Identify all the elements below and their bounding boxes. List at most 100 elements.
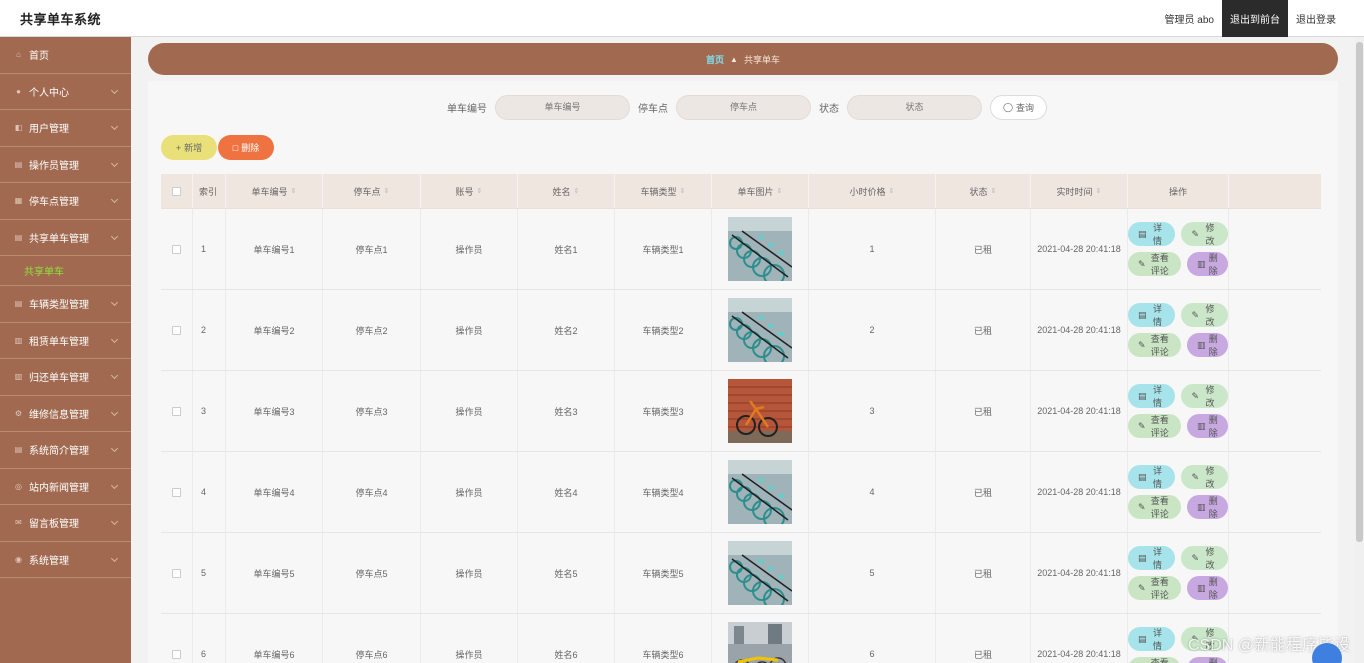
bike-image[interactable]	[728, 298, 792, 362]
sort-icon[interactable]: ⇕	[384, 187, 390, 195]
cell-value: 停车点1	[355, 244, 388, 255]
row-actions-line: ▤ 详情 ✎ 修改	[1128, 465, 1228, 489]
cell-value: 单车编号1	[253, 244, 295, 255]
column-header[interactable]: 账号 ⇕	[421, 174, 518, 208]
sidebar-item-1[interactable]: ● 个人中心	[0, 74, 131, 110]
column-header[interactable]: 车辆类型 ⇕	[615, 174, 712, 208]
sidebar-item-10[interactable]: ▤ 系统简介管理	[0, 432, 131, 469]
row-checkbox[interactable]	[172, 649, 181, 659]
logout-button[interactable]: 退出登录	[1288, 0, 1344, 37]
column-header[interactable]: 状态 ⇕	[936, 174, 1031, 208]
sidebar-item-2[interactable]: ◧ 用户管理	[0, 110, 131, 147]
sidebar-item-0[interactable]: ⌂ 首页	[0, 37, 131, 74]
delete-button[interactable]: ▥删除	[1187, 657, 1228, 663]
status-input[interactable]	[847, 94, 982, 120]
sidebar-item-12[interactable]: ✉ 留言板管理	[0, 505, 131, 542]
detail-button[interactable]: ▤ 详情	[1128, 222, 1176, 246]
sidebar-item-13[interactable]: ◉ 系统管理	[0, 542, 131, 578]
sidebar-item-7[interactable]: ▥ 租赁单车管理	[0, 323, 131, 359]
edit-button[interactable]: ✎ 修改	[1181, 222, 1228, 246]
sidebar-item-6[interactable]: ▤ 车辆类型管理	[0, 286, 131, 323]
edit-button[interactable]: ✎ 修改	[1181, 384, 1228, 408]
detail-button[interactable]: ▤ 详情	[1128, 384, 1176, 408]
row-checkbox[interactable]	[172, 487, 181, 497]
cell-value: 单车编号3	[253, 406, 295, 417]
scrollbar[interactable]	[1355, 37, 1364, 663]
cell-value: 1	[201, 244, 207, 254]
delete-button[interactable]: ▥删除	[1187, 333, 1228, 357]
sidebar-item-5[interactable]: ▤ 共享单车管理	[0, 220, 131, 256]
edit-button[interactable]: ✎ 修改	[1181, 465, 1228, 489]
sort-icon[interactable]: ⇕	[991, 187, 997, 195]
detail-button[interactable]: ▤ 详情	[1128, 627, 1176, 651]
row-checkbox[interactable]	[172, 568, 181, 578]
add-button[interactable]: + 新增	[161, 135, 217, 160]
sort-icon[interactable]: ⇕	[889, 187, 895, 195]
column-header[interactable]: 小时价格 ⇕	[809, 174, 936, 208]
cell-img	[712, 533, 809, 613]
sort-icon[interactable]: ⇕	[1096, 187, 1102, 195]
bike-image[interactable]	[728, 541, 792, 605]
cell-time: 2021-04-28 20:41:18	[1031, 371, 1128, 451]
breadcrumb-home[interactable]: 首页	[706, 53, 724, 66]
view-comments-button[interactable]: ✎查看评论	[1128, 333, 1182, 357]
detail-button[interactable]: ▤ 详情	[1128, 546, 1176, 570]
cell-time: 2021-04-28 20:41:18	[1031, 614, 1128, 663]
pencil-icon: ✎	[1138, 501, 1146, 512]
search-bar: 单车编号 停车点 状态 ◯ 查询	[148, 94, 1338, 120]
bike-image[interactable]	[728, 217, 792, 281]
stop-input[interactable]	[676, 94, 811, 120]
sidebar-item-4[interactable]: ▦ 停车点管理	[0, 183, 131, 220]
view-comments-button[interactable]: ✎查看评论	[1128, 252, 1182, 276]
sort-icon[interactable]: ⇕	[477, 187, 483, 195]
cell-price: 5	[809, 533, 936, 613]
cell-stop: 停车点3	[323, 371, 421, 451]
select-all-checkbox[interactable]	[172, 186, 181, 196]
delete-button[interactable]: ▥删除	[1187, 414, 1228, 438]
edit-button[interactable]: ✎ 修改	[1181, 303, 1228, 327]
cell-type: 车辆类型5	[615, 533, 712, 613]
column-header[interactable]: 姓名 ⇕	[518, 174, 615, 208]
view-comments-button[interactable]: ✎查看评论	[1128, 495, 1182, 519]
column-header[interactable]: 实时时间 ⇕	[1031, 174, 1128, 208]
search-button[interactable]: ◯ 查询	[990, 94, 1047, 120]
view-comments-button[interactable]: ✎查看评论	[1128, 576, 1182, 600]
sidebar-item-9[interactable]: ⚙ 维修信息管理	[0, 396, 131, 432]
bike-no-input[interactable]	[495, 94, 630, 120]
bike-image[interactable]	[728, 460, 792, 524]
row-select-cell	[161, 533, 193, 613]
row-checkbox[interactable]	[172, 325, 181, 335]
edit-button[interactable]: ✎ 修改	[1181, 546, 1228, 570]
sort-icon[interactable]: ⇕	[574, 187, 580, 195]
delete-button[interactable]: ▥删除	[1187, 576, 1228, 600]
cell-price: 4	[809, 452, 936, 532]
detail-button[interactable]: ▤ 详情	[1128, 303, 1176, 327]
back-to-front-button[interactable]: 退出到前台	[1222, 0, 1288, 37]
delete-button[interactable]: ▥删除	[1187, 252, 1228, 276]
sidebar-item-11[interactable]: ◎ 站内新闻管理	[0, 469, 131, 505]
header-select-all[interactable]	[161, 174, 193, 208]
sidebar-subitem-shared-bike[interactable]: 共享单车	[0, 256, 131, 286]
row-checkbox[interactable]	[172, 244, 181, 254]
bike-image[interactable]	[728, 622, 792, 663]
row-checkbox[interactable]	[172, 406, 181, 416]
view-comments-button[interactable]: ✎查看评论	[1128, 414, 1182, 438]
sidebar-item-3[interactable]: ▤ 操作员管理	[0, 147, 131, 183]
scrollbar-thumb[interactable]	[1356, 42, 1363, 542]
delete-button-label: 删除	[1208, 658, 1218, 663]
view-comments-button[interactable]: ✎查看评论	[1128, 657, 1182, 663]
cell-value: 车辆类型2	[642, 325, 684, 336]
sidebar-item-8[interactable]: ▥ 归还单车管理	[0, 359, 131, 396]
cell-bike-no: 单车编号6	[226, 614, 323, 663]
bike-image[interactable]	[728, 379, 792, 443]
sort-icon[interactable]: ⇕	[291, 187, 297, 195]
batch-delete-button[interactable]: □ 删除	[218, 135, 274, 160]
sort-icon[interactable]: ⇕	[680, 187, 686, 195]
sort-icon[interactable]: ⇕	[777, 187, 783, 195]
delete-button[interactable]: ▥删除	[1187, 495, 1228, 519]
cell-ops: ▤ 详情 ✎ 修改 ✎ 查看评论 ▥删除	[1128, 290, 1229, 370]
column-header[interactable]: 单车编号 ⇕	[226, 174, 323, 208]
row-actions-line: ✎ 查看评论 ▥删除	[1128, 414, 1228, 438]
detail-button[interactable]: ▤ 详情	[1128, 465, 1176, 489]
column-header[interactable]: 停车点 ⇕	[323, 174, 421, 208]
